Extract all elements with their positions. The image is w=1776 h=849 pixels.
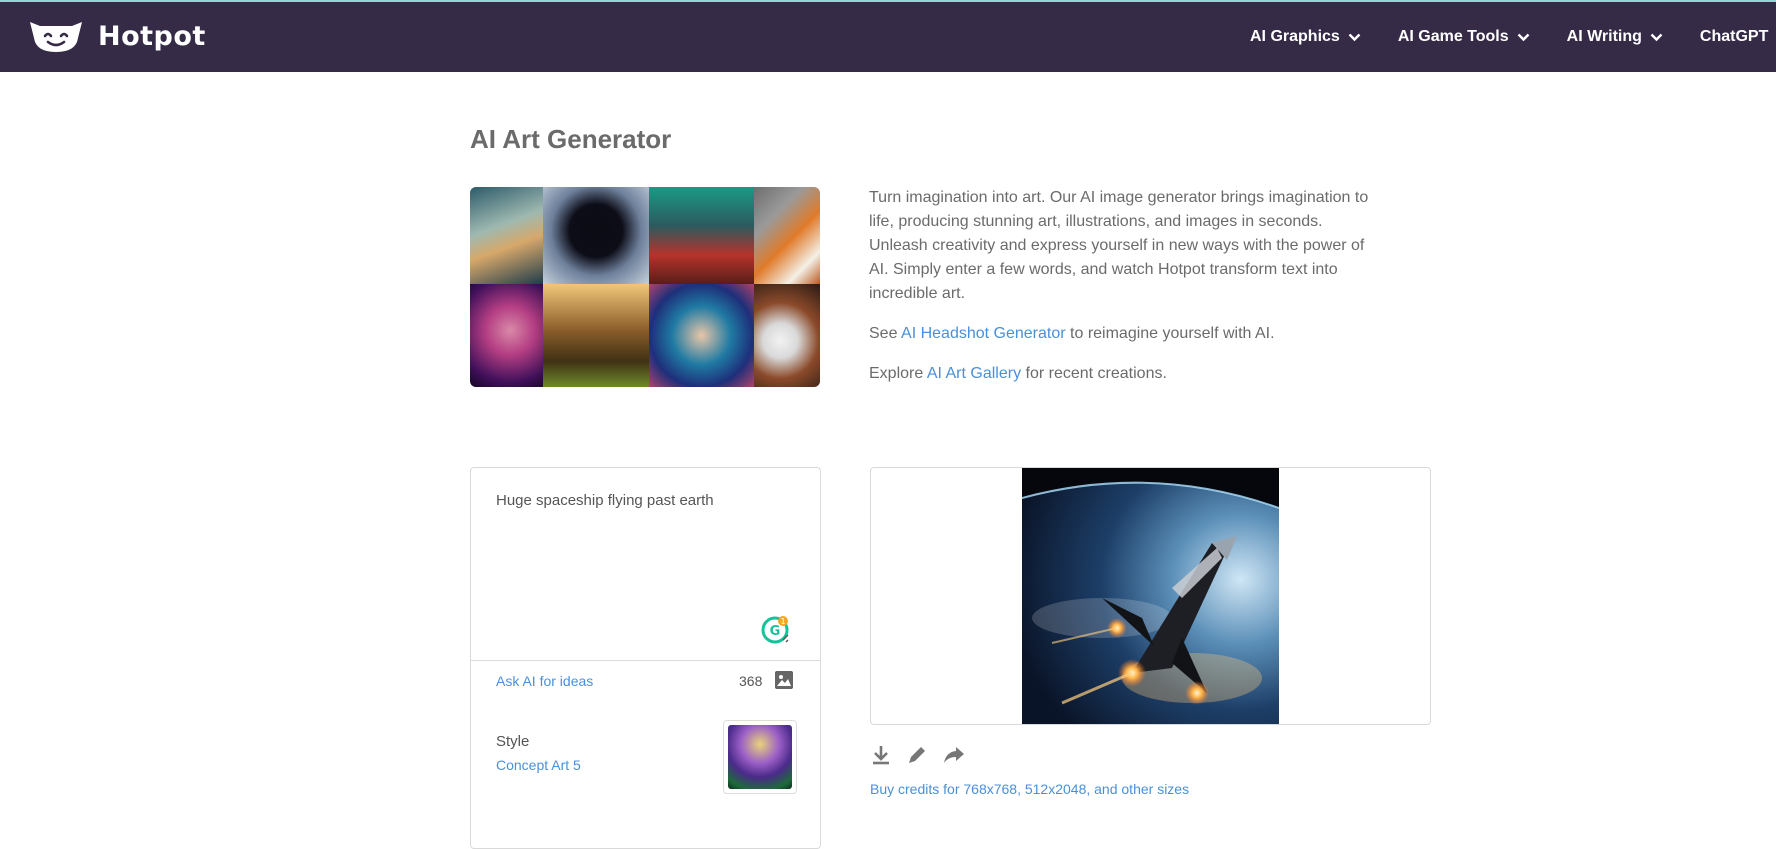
brand-name: Hotpot: [98, 20, 206, 52]
chevron-down-icon: [1650, 33, 1663, 41]
collage-tile: [649, 284, 754, 387]
hotpot-logo-icon: [28, 18, 84, 54]
buy-credits-link[interactable]: Buy credits for 768x768, 512x2048, and o…: [870, 781, 1189, 797]
gallery-suffix: for recent creations.: [1021, 365, 1167, 382]
nav-item-ai-graphics[interactable]: AI Graphics: [1250, 28, 1361, 46]
prompt-input[interactable]: Huge spaceship flying past earth: [496, 492, 714, 509]
intro-text: Turn imagination into art. Our AI image …: [869, 186, 1369, 386]
result-card: [870, 467, 1431, 725]
headshot-prefix: See: [869, 325, 902, 342]
gallery-line: Explore AI Art Gallery for recent creati…: [869, 362, 1369, 386]
collage-tile: [754, 187, 820, 284]
prompt-card: Huge spaceship flying past earth G 1 Ask…: [470, 467, 821, 849]
top-nav: Hotpot AI Graphics AI Game Tools AI Writ…: [0, 2, 1776, 72]
nav-item-ai-writing[interactable]: AI Writing: [1567, 28, 1663, 46]
collage-tile: [543, 187, 649, 284]
nav-item-label: AI Writing: [1566, 28, 1642, 45]
gallery-prefix: Explore: [869, 365, 927, 382]
svg-text:G: G: [770, 624, 781, 639]
chevron-down-icon: [1517, 33, 1530, 41]
hero-image-collage: [470, 187, 820, 387]
nav-menu: AI Graphics AI Game Tools AI Writing Cha…: [1250, 2, 1776, 72]
style-label: Style: [496, 733, 530, 750]
download-icon[interactable]: [870, 744, 892, 771]
ask-ai-ideas-link[interactable]: Ask AI for ideas: [496, 673, 593, 689]
chevron-down-icon: [1348, 33, 1361, 41]
character-count: 368: [739, 673, 763, 689]
collage-tile: [543, 284, 649, 387]
nav-item-label: AI Graphics: [1250, 28, 1340, 45]
nav-item-chatgpt[interactable]: ChatGPT: [1700, 28, 1776, 46]
nav-item-label: ChatGPT: [1699, 28, 1769, 45]
grammarly-icon[interactable]: G 1: [761, 616, 789, 644]
style-thumbnail-image: [728, 725, 792, 789]
collage-tile: [470, 284, 543, 387]
nav-item-label: AI Game Tools: [1397, 28, 1509, 45]
collage-tile: [649, 187, 754, 284]
generated-image[interactable]: [1022, 468, 1279, 724]
headshot-line: See AI Headshot Generator to reimagine y…: [869, 322, 1369, 346]
brand-logo[interactable]: Hotpot: [28, 18, 206, 54]
ai-headshot-generator-link[interactable]: AI Headshot Generator: [901, 325, 1066, 342]
page-title: AI Art Generator: [470, 124, 672, 154]
nav-item-ai-game-tools[interactable]: AI Game Tools: [1398, 28, 1530, 46]
headshot-suffix: to reimagine yourself with AI.: [1065, 325, 1275, 342]
pencil-icon[interactable]: [906, 744, 928, 771]
result-actions: [870, 744, 966, 771]
collage-tile: [754, 284, 820, 387]
ai-art-gallery-link[interactable]: AI Art Gallery: [927, 365, 1021, 382]
intro-description: Turn imagination into art. Our AI image …: [869, 189, 1369, 302]
share-icon[interactable]: [942, 744, 966, 771]
prompt-divider: [471, 660, 820, 661]
image-upload-icon[interactable]: [774, 670, 794, 695]
style-value-link[interactable]: Concept Art 5: [496, 757, 581, 773]
grammarly-badge-count: 1: [780, 617, 785, 626]
style-thumbnail[interactable]: [723, 720, 797, 794]
collage-tile: [470, 187, 543, 284]
